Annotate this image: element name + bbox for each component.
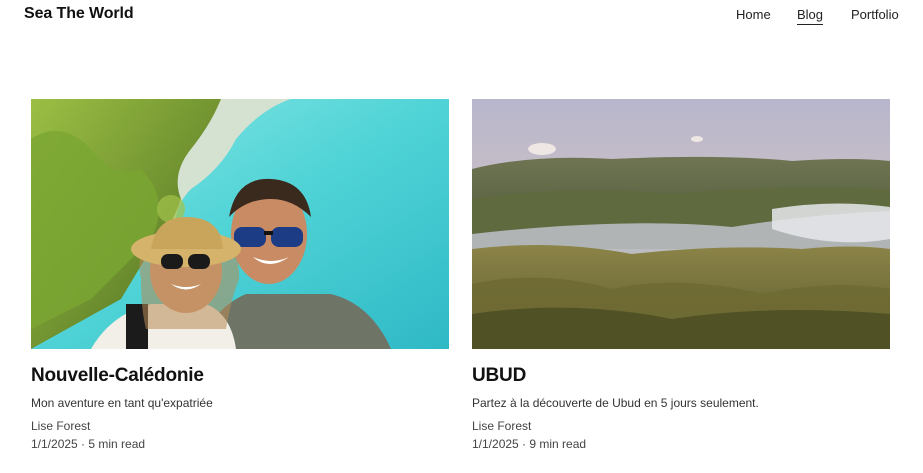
post-image-volcanic-valley[interactable] xyxy=(472,99,890,349)
post-author: Lise Forest xyxy=(472,419,532,433)
post-image-lagoon-selfie[interactable] xyxy=(31,99,449,349)
post-title[interactable]: UBUD xyxy=(472,365,526,387)
post-meta: 1/1/2025 · 5 min read xyxy=(31,437,146,451)
post-meta: 1/1/2025 · 9 min read xyxy=(472,437,587,451)
nav-blog[interactable]: Blog xyxy=(797,7,824,25)
post-excerpt: Mon aventure en tant qu'expatriée xyxy=(31,396,213,410)
main-nav: Home Blog Portfolio xyxy=(0,7,923,27)
post-card[interactable]: Nouvelle-Calédonie Mon aventure en tant … xyxy=(31,99,449,451)
post-title[interactable]: Nouvelle-Calédonie xyxy=(31,365,204,387)
nav-portfolio[interactable]: Portfolio xyxy=(851,7,899,23)
post-card[interactable]: UBUD Partez à la découverte de Ubud en 5… xyxy=(472,99,890,451)
post-author: Lise Forest xyxy=(31,419,91,433)
post-excerpt: Partez à la découverte de Ubud en 5 jour… xyxy=(472,396,759,410)
nav-home[interactable]: Home xyxy=(736,7,771,23)
